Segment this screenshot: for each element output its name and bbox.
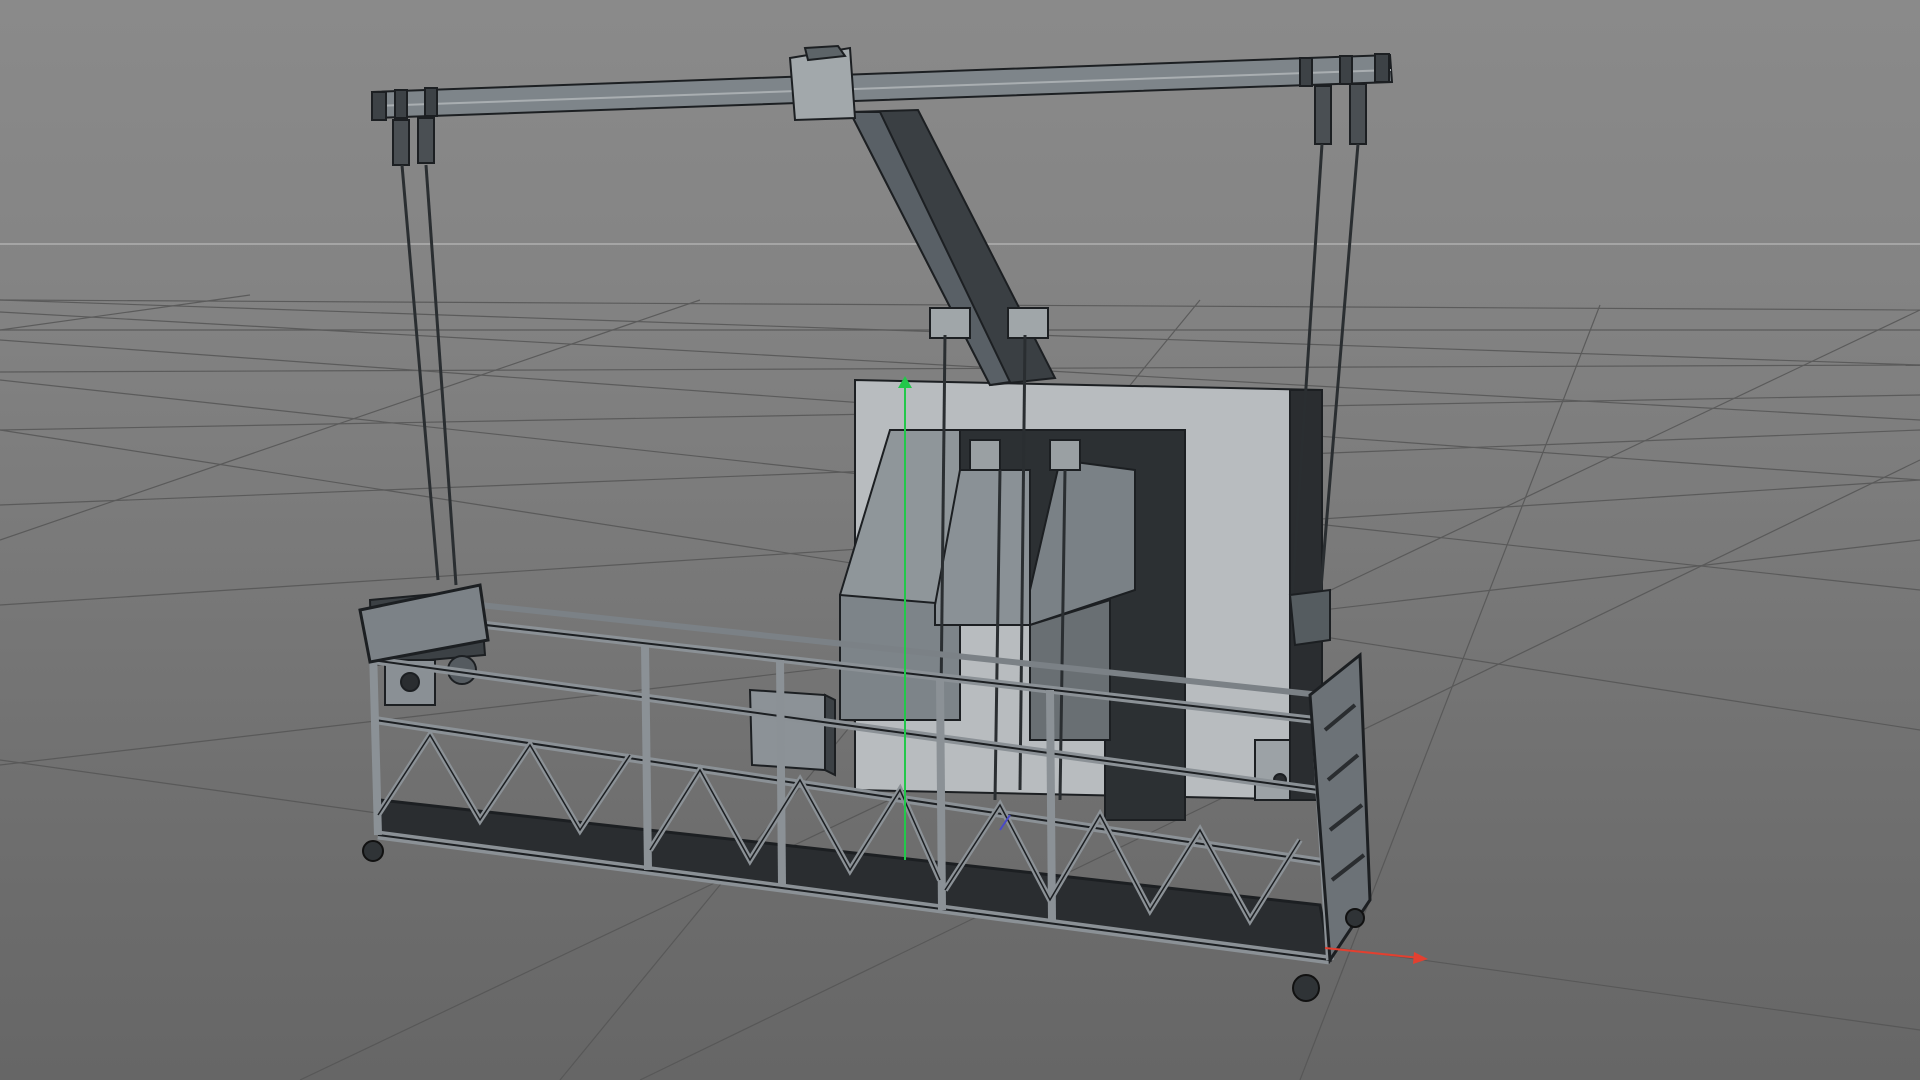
x-axis-tip-icon (1413, 952, 1428, 964)
x-axis-arrow[interactable] (1324, 947, 1421, 959)
control-box[interactable] (748, 688, 836, 777)
3d-viewport[interactable] (0, 0, 1920, 1080)
viewport-canvas[interactable] (0, 0, 1920, 1080)
